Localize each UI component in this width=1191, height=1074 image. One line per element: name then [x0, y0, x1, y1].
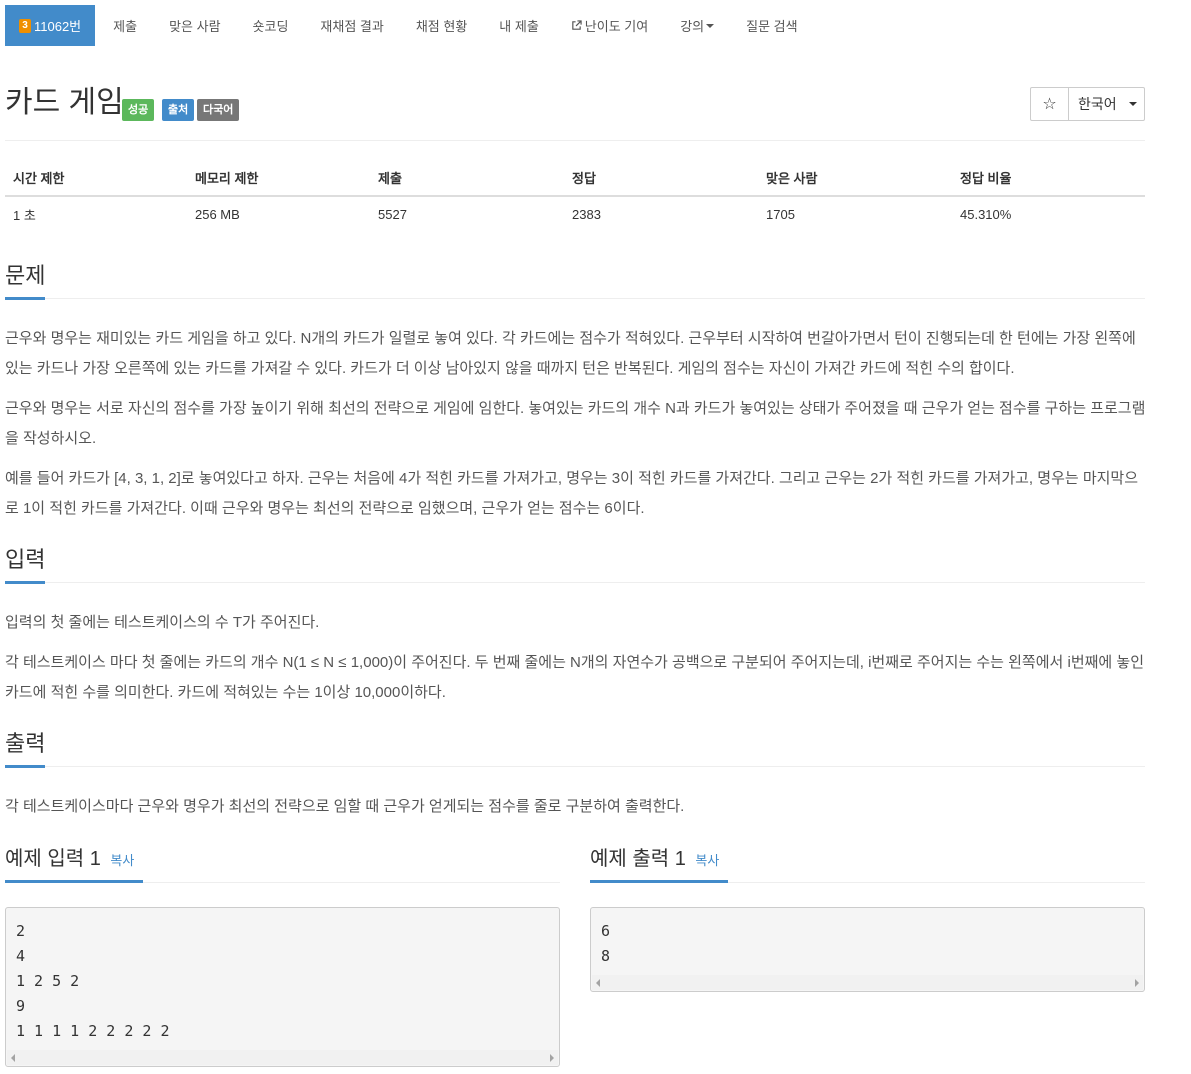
star-icon: ☆ [1042, 96, 1057, 113]
section-underline [5, 765, 45, 768]
section-divider [5, 766, 1145, 767]
problem-paragraph-3: 예를 들어 카드가 [4, 3, 1, 2]로 놓여있다고 하자. 근우는 처음… [5, 470, 1139, 517]
accept-ratio-value: 45.310% [960, 207, 1012, 222]
favorite-star-button[interactable]: ☆ [1031, 88, 1069, 120]
horizontal-scrollbar[interactable] [592, 975, 1143, 990]
table-header-row: 시간 제한 메모리 제한 제출 정답 맞은 사람 정답 비율 [5, 160, 1145, 197]
input-paragraph-1: 입력의 첫 줄에는 테스트케이스의 수 T가 주어진다. [5, 614, 320, 631]
section-underline [5, 880, 143, 883]
section-underline [590, 880, 728, 883]
sample-output-heading: 예제 출력 1 [590, 848, 686, 870]
time-limit-value: 1 초 [13, 208, 36, 223]
problem-info-table: 시간 제한 메모리 제한 제출 정답 맞은 사람 정답 비율 1 초 256 M… [5, 160, 1145, 232]
nav-submit[interactable]: 제출 [113, 5, 137, 46]
memory-limit-value: 256 MB [195, 207, 240, 222]
table-row: 1 초 256 MB 5527 2383 1705 45.310% [5, 196, 1145, 232]
caret-down-icon [706, 23, 715, 28]
nav-judge-status[interactable]: 채점 현황 [416, 5, 467, 46]
nav-difficulty-label: 난이도 기여 [584, 19, 649, 34]
problem-heading: 문제 [5, 263, 46, 288]
input-heading: 입력 [5, 547, 46, 572]
nav-question-search[interactable]: 질문 검색 [746, 5, 797, 46]
problem-paragraph-2: 근우와 명우는 서로 자신의 점수를 가장 높이기 위해 최선의 전략으로 게임… [5, 400, 1146, 447]
nav-lectures-dropdown[interactable]: 강의 [680, 5, 715, 46]
scroll-right-icon[interactable] [1135, 979, 1139, 987]
sample-input-text: 2 4 1 2 5 2 9 1 1 1 1 2 2 2 2 2 [16, 922, 170, 1040]
scroll-left-icon[interactable] [11, 1054, 15, 1062]
section-divider [5, 298, 1145, 299]
output-paragraph-1: 각 테스트케이스마다 근우와 명우가 최선의 전략으로 임할 때 근우가 얻게되… [5, 798, 685, 815]
external-link-icon [572, 20, 582, 30]
scroll-left-icon[interactable] [596, 979, 600, 987]
submissions-value: 5527 [378, 207, 407, 222]
title-actions: ☆ 한국어 [1030, 87, 1145, 121]
sample-output-title: 예제 출력 1 복사 [590, 844, 719, 876]
copy-input-button[interactable]: 복사 [110, 853, 134, 868]
problem-paragraph-1: 근우와 명우는 재미있는 카드 게임을 하고 있다. N개의 카드가 일렬로 놓… [5, 330, 1136, 377]
nav-difficulty-contribution[interactable]: 난이도 기여 [571, 5, 648, 46]
sample-output-box[interactable]: 6 8 [590, 907, 1145, 992]
nav-rejudge-result[interactable]: 재채점 결과 [320, 5, 383, 46]
nav-short-coding[interactable]: 숏코딩 [253, 5, 289, 46]
nav-problem-id[interactable]: 3 11062번 [5, 5, 96, 46]
sample-input-heading: 예제 입력 1 [5, 848, 101, 870]
success-badge: 성공 [122, 99, 155, 121]
th-accepted-users: 맞은 사람 [758, 160, 952, 197]
th-accepted: 정답 [564, 160, 758, 197]
section-underline [5, 297, 45, 300]
scroll-right-icon[interactable] [550, 1054, 554, 1062]
th-memory-limit: 메모리 제한 [187, 160, 370, 197]
nav-accepted-users[interactable]: 맞은 사람 [169, 5, 220, 46]
problem-header: 카드 게임 성공 출처 다국어 ☆ 한국어 [5, 85, 1145, 121]
caret-down-icon [1128, 102, 1137, 106]
language-select[interactable]: 한국어 [1069, 88, 1144, 120]
section-underline [5, 581, 45, 584]
th-time-limit: 시간 제한 [5, 160, 187, 197]
th-accept-ratio: 정답 비율 [952, 160, 1145, 197]
sample-output-text: 6 8 [601, 922, 611, 965]
problem-nav: 3 11062번 제출 맞은 사람 숏코딩 재채점 결과 채점 현황 내 제출 … [5, 5, 798, 46]
bronze-tier-icon: 3 [19, 18, 31, 33]
multilingual-badge: 다국어 [197, 99, 240, 121]
accepted-users-value: 1705 [766, 207, 795, 222]
horizontal-scrollbar[interactable] [7, 1050, 558, 1065]
th-submissions: 제출 [370, 160, 564, 197]
sample-input-title: 예제 입력 1 복사 [5, 844, 134, 876]
nav-my-submissions[interactable]: 내 제출 [499, 5, 539, 46]
nav-problem-id-label: 11062번 [34, 19, 82, 34]
output-heading: 출력 [5, 731, 46, 756]
page-title: 카드 게임 [5, 86, 124, 119]
nav-lectures-label: 강의 [680, 19, 705, 34]
source-badge[interactable]: 출처 [162, 99, 195, 121]
title-divider [5, 140, 1145, 141]
section-divider [5, 582, 1145, 583]
input-paragraph-2: 각 테스트케이스 마다 첫 줄에는 카드의 개수 N(1 ≤ N ≤ 1,000… [5, 654, 1144, 701]
sample-input-box[interactable]: 2 4 1 2 5 2 9 1 1 1 1 2 2 2 2 2 [5, 907, 560, 1067]
copy-output-button[interactable]: 복사 [695, 853, 719, 868]
language-select-label: 한국어 [1078, 96, 1117, 112]
accepted-value: 2383 [572, 207, 601, 222]
